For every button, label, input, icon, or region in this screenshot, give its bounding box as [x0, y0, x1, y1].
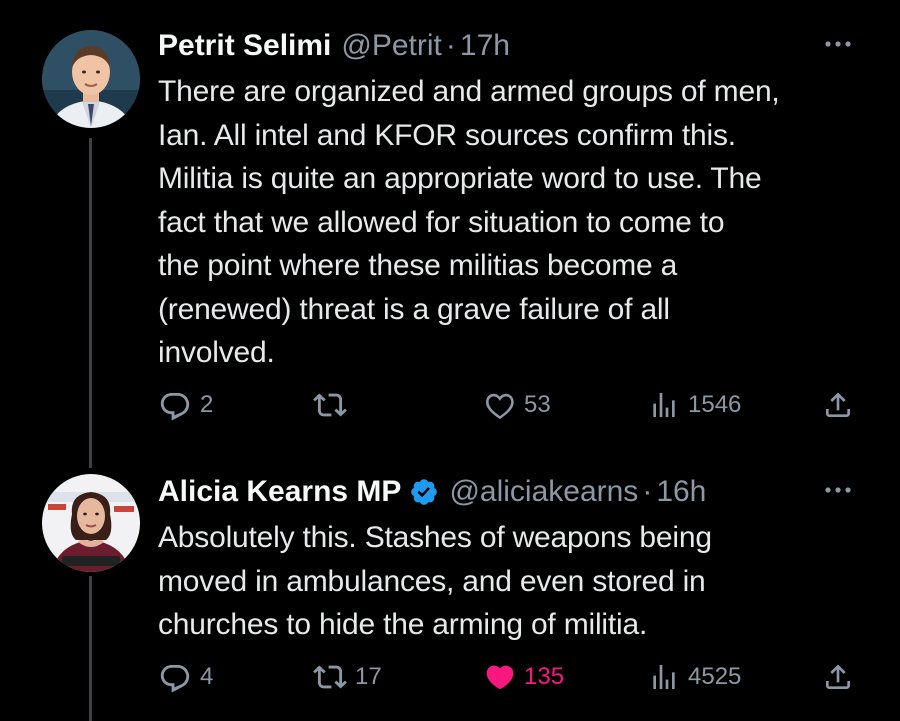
views-count: 4525: [688, 663, 742, 690]
like-button[interactable]: 53: [484, 385, 551, 425]
share-icon: [822, 661, 854, 693]
tweet-text: Absolutely this. Stashes of weapons bein…: [158, 516, 860, 647]
share-icon: [822, 389, 854, 421]
reply-button[interactable]: 2: [158, 385, 213, 425]
tweet[interactable]: Alicia Kearns MP @aliciakearns · 16h Abs…: [0, 460, 900, 721]
like-count: 135: [524, 663, 565, 690]
separator: ·: [642, 475, 653, 508]
avatar[interactable]: [42, 30, 140, 128]
tweet-text-line: Absolutely this. Stashes of weapons bein…: [158, 521, 712, 554]
timestamp[interactable]: 17h: [460, 29, 510, 63]
tweet-text-line: moved in ambulances, and even stored in: [158, 564, 706, 598]
tweet-header: Alicia Kearns MP @aliciakearns · 16h: [158, 472, 860, 512]
tweet-header: Petrit Selimi @Petrit · 17h: [158, 26, 860, 66]
action-bar: 4 17 135 4525: [158, 657, 868, 697]
tweet-content: Alicia Kearns MP @aliciakearns · 16h Abs…: [158, 472, 860, 647]
tweet-text-line: fact that we allowed for situation to co…: [158, 205, 725, 239]
share-button[interactable]: [822, 657, 854, 697]
share-button[interactable]: [822, 385, 854, 425]
tweet-text-line: involved.: [158, 336, 275, 369]
tweet-text-line: Militia is quite an appropriate word to …: [158, 162, 762, 195]
thread-line: [89, 138, 92, 468]
retweet-count: 17: [355, 663, 382, 690]
separator: ·: [445, 29, 456, 62]
more-icon[interactable]: [818, 480, 858, 500]
views-count: 1546: [688, 391, 742, 418]
tweet-text-line: (renewed) threat is a grave failure of a…: [158, 292, 670, 326]
retweet-icon: [313, 388, 347, 422]
tweet-text-line: Ian. All intel and KFOR sources confirm …: [158, 118, 736, 152]
views-icon: [648, 661, 680, 693]
retweet-button[interactable]: 17: [313, 657, 382, 697]
reply-icon: [158, 660, 192, 694]
views-button[interactable]: 1546: [648, 385, 741, 425]
verified-badge-icon: [409, 477, 439, 507]
tweet-text: There are organized and armed groups of …: [158, 70, 860, 375]
tweet-text-line: churches to hide the arming of militia.: [158, 608, 648, 641]
retweet-icon: [313, 660, 347, 694]
author-name[interactable]: Alicia Kearns MP: [158, 475, 401, 509]
reply-count: 4: [200, 663, 214, 690]
heart-icon: [484, 661, 516, 693]
like-count: 53: [524, 391, 551, 418]
views-icon: [648, 389, 680, 421]
action-bar: 2 53 1546: [158, 385, 868, 425]
avatar[interactable]: [42, 474, 140, 572]
tweet[interactable]: Petrit Selimi @Petrit · 17h There are or…: [0, 0, 900, 468]
reply-button[interactable]: 4: [158, 657, 213, 697]
tweet-content: Petrit Selimi @Petrit · 17h There are or…: [158, 26, 860, 375]
reply-count: 2: [200, 391, 214, 418]
retweet-button[interactable]: [313, 385, 355, 425]
tweet-text-line: the point where these militias become a: [158, 249, 678, 282]
author-handle[interactable]: @Petrit: [341, 29, 441, 63]
more-icon[interactable]: [818, 34, 858, 54]
timestamp[interactable]: 16h: [656, 475, 706, 509]
tweet-text-line: There are organized and armed groups of …: [158, 75, 780, 108]
reply-icon: [158, 388, 192, 422]
like-button[interactable]: 135: [484, 657, 564, 697]
author-handle[interactable]: @aliciakearns: [449, 475, 638, 509]
author-name[interactable]: Petrit Selimi: [158, 29, 331, 63]
heart-icon: [484, 389, 516, 421]
thread-line: [89, 576, 92, 721]
views-button[interactable]: 4525: [648, 657, 741, 697]
